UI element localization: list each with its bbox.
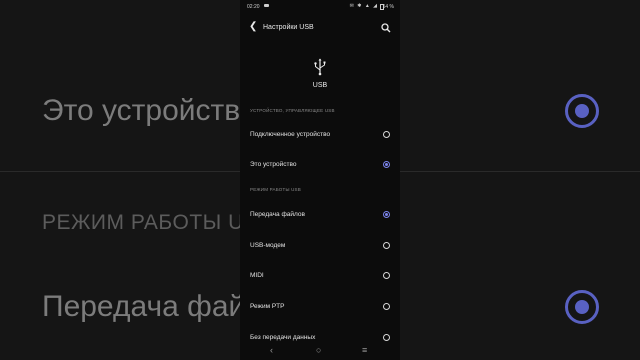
status-icons: ✉ ✱ ▲ ◢ xyxy=(349,3,378,9)
option-label: Подключенное устройство xyxy=(250,131,331,138)
navigation-bar: ‹ ○ ≡ xyxy=(240,344,400,360)
radio-button[interactable] xyxy=(383,131,390,138)
option-label: USB-модем xyxy=(250,242,286,249)
back-arrow-icon[interactable]: ❮ xyxy=(249,21,257,32)
page-title: Настройки USB xyxy=(263,24,314,31)
option-usb-modem[interactable]: USB-модем xyxy=(240,232,400,260)
section-title-usb-controller: УСТРОЙСТВО, УПРАВЛЯЮЩЕЕ USB xyxy=(250,108,335,113)
radio-button[interactable] xyxy=(383,272,390,279)
option-connected-device[interactable]: Подключенное устройство xyxy=(240,121,400,149)
radio-button[interactable] xyxy=(383,303,390,310)
nav-home-icon[interactable]: ○ xyxy=(316,345,321,355)
search-icon[interactable] xyxy=(381,23,391,33)
option-file-transfer[interactable]: Передача файлов xyxy=(240,201,400,229)
radio-button[interactable] xyxy=(383,242,390,249)
option-this-device[interactable]: Это устройство xyxy=(240,151,400,179)
option-label: Передача файлов xyxy=(250,211,305,218)
background-item-label: Это устройство xyxy=(42,94,257,127)
battery-level: 54 % xyxy=(382,4,394,10)
app-bar: ❮ Настройки USB xyxy=(240,18,400,38)
section-title-usb-mode: РЕЖИМ РАБОТЫ USB xyxy=(250,187,301,192)
option-label: MIDI xyxy=(250,272,264,279)
usb-icon xyxy=(314,58,326,76)
background-section-label: РЕЖИМ РАБОТЫ USB xyxy=(42,211,273,234)
status-time: 02:20 xyxy=(247,4,260,10)
radio-button-selected[interactable] xyxy=(383,161,390,168)
radio-button[interactable] xyxy=(383,334,390,341)
radio-button-selected[interactable] xyxy=(383,211,390,218)
option-label: Режим PTP xyxy=(250,303,285,310)
nav-recents-icon[interactable]: ≡ xyxy=(362,345,367,355)
nav-back-icon[interactable]: ‹ xyxy=(270,345,273,355)
option-label: Без передачи данных xyxy=(250,334,316,341)
background-radio-icon xyxy=(565,290,599,324)
cast-icon xyxy=(264,4,269,7)
option-ptp[interactable]: Режим PTP xyxy=(240,293,400,321)
option-midi[interactable]: MIDI xyxy=(240,262,400,290)
phone-screen: 02:20 ✉ ✱ ▲ ◢ 54 % ❮ Настройки USB USB У… xyxy=(240,0,400,360)
status-bar: 02:20 ✉ ✱ ▲ ◢ 54 % xyxy=(240,0,400,14)
background-radio-icon xyxy=(565,94,599,128)
option-label: Это устройство xyxy=(250,161,297,168)
usb-title: USB xyxy=(312,82,328,89)
